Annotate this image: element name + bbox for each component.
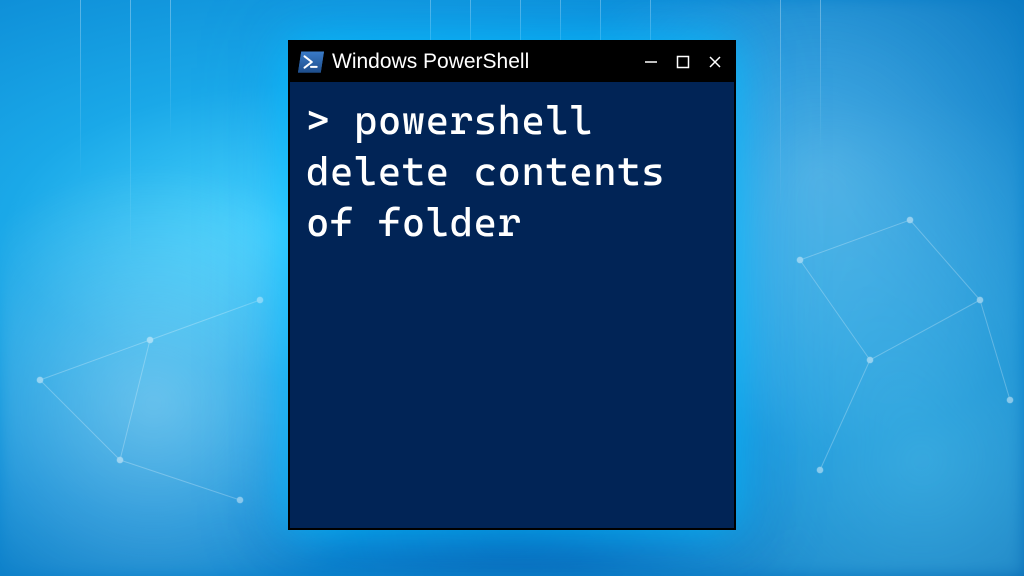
close-button[interactable] [706, 53, 724, 71]
titlebar[interactable]: Windows PowerShell [290, 42, 734, 82]
powershell-icon [298, 51, 324, 73]
prompt-symbol: > [306, 98, 330, 144]
window-title: Windows PowerShell [332, 50, 634, 74]
window-controls [642, 53, 724, 71]
powershell-window: Windows PowerShell > powershell delete c… [288, 40, 736, 530]
minimize-button[interactable] [642, 53, 660, 71]
maximize-button[interactable] [674, 53, 692, 71]
terminal-body[interactable]: > powershell delete contents of folder [290, 82, 734, 264]
command-text: powershell delete contents of folder [306, 98, 665, 246]
